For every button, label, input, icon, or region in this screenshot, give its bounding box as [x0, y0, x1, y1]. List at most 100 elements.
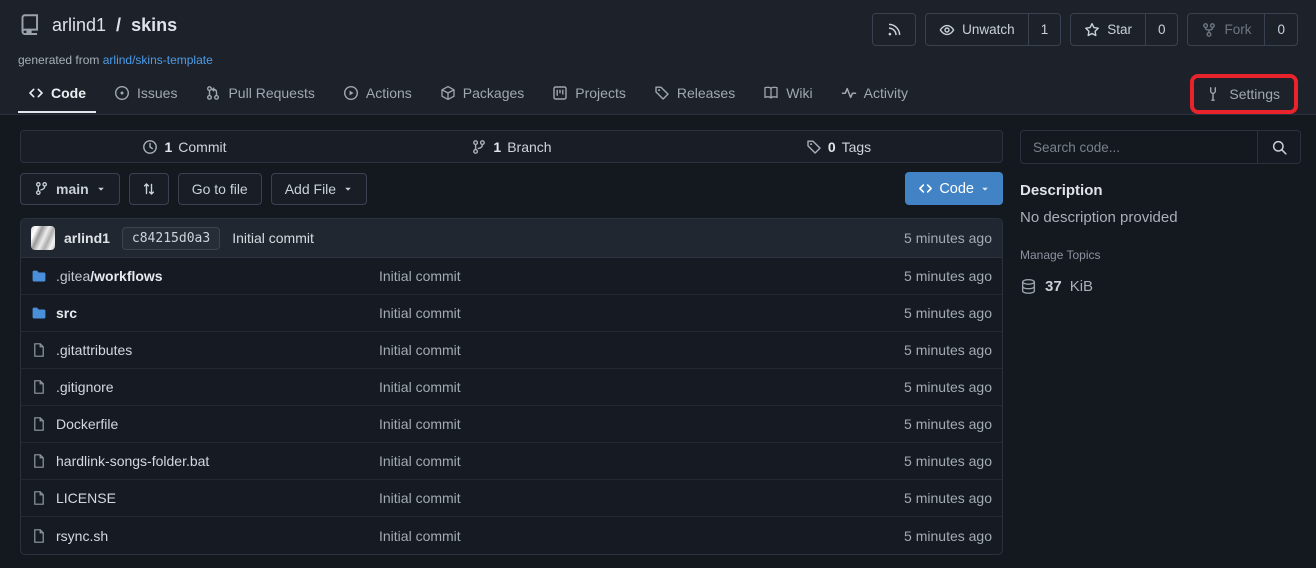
file-link[interactable]: hardlink-songs-folder.bat [31, 453, 379, 469]
tab-packages[interactable]: Packages [430, 75, 534, 113]
compare-button[interactable] [129, 173, 169, 205]
commits-link[interactable]: 1 Commit [21, 131, 348, 162]
star-icon [1084, 22, 1100, 38]
repo-icon [18, 13, 42, 37]
project-board-icon [552, 85, 568, 101]
row-time: 5 minutes ago [832, 379, 992, 395]
commits-count: 1 [164, 139, 172, 155]
history-icon [142, 139, 158, 155]
tab-issues[interactable]: Issues [104, 75, 187, 113]
row-commit-link[interactable]: Initial commit [379, 379, 832, 395]
tab-actions[interactable]: Actions [333, 75, 422, 113]
search-input[interactable] [1021, 131, 1257, 163]
row-time: 5 minutes ago [832, 453, 992, 469]
branches-count: 1 [493, 139, 501, 155]
branch-name: main [56, 181, 89, 197]
table-row: LICENSE Initial commit 5 minutes ago [21, 480, 1002, 517]
search-icon [1271, 139, 1288, 156]
file-name: hardlink-songs-folder.bat [56, 453, 209, 469]
caret-down-icon [980, 184, 990, 194]
code-download-button[interactable]: Code [905, 172, 1003, 205]
manage-topics-link[interactable]: Manage Topics [1020, 248, 1301, 262]
file-name: .gitignore [56, 379, 114, 395]
repo-owner-link[interactable]: arlind1 [52, 15, 106, 36]
star-button[interactable]: Star [1071, 14, 1145, 45]
latest-commit-row: arlind1 c84215d0a3 Initial commit 5 minu… [21, 219, 1002, 258]
folder-name: src [56, 305, 77, 321]
table-row: .gitea/workflows Initial commit 5 minute… [21, 258, 1002, 295]
folder-name: /workflows [90, 268, 162, 284]
tab-pull-requests[interactable]: Pull Requests [195, 75, 324, 113]
eye-icon [939, 22, 955, 38]
table-row: .gitignore Initial commit 5 minutes ago [21, 369, 1002, 406]
commit-sha-link[interactable]: c84215d0a3 [122, 227, 220, 250]
row-time: 5 minutes ago [832, 268, 992, 284]
avatar[interactable] [31, 226, 55, 250]
generated-from-prefix: generated from [18, 53, 99, 67]
branches-link[interactable]: 1 Branch [348, 131, 675, 162]
file-link[interactable]: rsync.sh [31, 528, 379, 544]
repo-sidebar: Description No description provided Mana… [1020, 130, 1301, 555]
fork-button-group: Fork 0 [1187, 13, 1298, 46]
watch-count[interactable]: 1 [1028, 14, 1061, 45]
rss-icon [886, 22, 902, 38]
repo-name-link[interactable]: skins [131, 15, 177, 36]
commit-message-link[interactable]: Initial commit [232, 230, 314, 246]
folder-link[interactable]: .gitea/workflows [31, 268, 379, 284]
tab-settings[interactable]: Settings [1190, 74, 1298, 114]
caret-down-icon [96, 184, 106, 194]
table-row: .gitattributes Initial commit 5 minutes … [21, 332, 1002, 369]
tab-activity[interactable]: Activity [831, 75, 918, 113]
code-icon [918, 181, 933, 196]
row-time: 5 minutes ago [832, 490, 992, 506]
template-repo-link[interactable]: arlind/skins-template [103, 53, 213, 67]
tab-issues-label: Issues [137, 85, 177, 101]
row-commit-link[interactable]: Initial commit [379, 453, 832, 469]
row-commit-link[interactable]: Initial commit [379, 305, 832, 321]
row-commit-link[interactable]: Initial commit [379, 490, 832, 506]
file-link[interactable]: .gitattributes [31, 342, 379, 358]
row-commit-link[interactable]: Initial commit [379, 528, 832, 544]
issue-icon [114, 85, 130, 101]
file-icon [31, 379, 47, 395]
file-link[interactable]: LICENSE [31, 490, 379, 506]
row-commit-link[interactable]: Initial commit [379, 268, 832, 284]
star-button-group: Star 0 [1070, 13, 1178, 46]
go-to-file-button[interactable]: Go to file [178, 173, 262, 205]
commits-label: Commit [178, 139, 226, 155]
table-row: hardlink-songs-folder.bat Initial commit… [21, 443, 1002, 480]
file-link[interactable]: .gitignore [31, 379, 379, 395]
branch-icon [34, 181, 49, 196]
tab-settings-label: Settings [1229, 86, 1280, 102]
repo-size-value: 37 [1045, 278, 1062, 295]
file-name: LICENSE [56, 490, 116, 506]
code-button-label: Code [939, 181, 974, 197]
play-circle-icon [343, 85, 359, 101]
tab-actions-label: Actions [366, 85, 412, 101]
folder-link[interactable]: src [31, 305, 379, 321]
tab-wiki-label: Wiki [786, 85, 812, 101]
tab-projects[interactable]: Projects [542, 75, 636, 113]
row-commit-link[interactable]: Initial commit [379, 342, 832, 358]
row-commit-link[interactable]: Initial commit [379, 416, 832, 432]
table-row: rsync.sh Initial commit 5 minutes ago [21, 517, 1002, 554]
repo-toolbar: main Go to file Add File [20, 172, 1003, 205]
tab-code[interactable]: Code [18, 75, 96, 113]
branch-selector[interactable]: main [20, 173, 120, 205]
description-empty-text: No description provided [1020, 209, 1301, 226]
tab-releases[interactable]: Releases [644, 75, 745, 113]
rss-button[interactable] [872, 13, 916, 46]
file-link[interactable]: Dockerfile [31, 416, 379, 432]
fork-button[interactable]: Fork [1188, 14, 1264, 45]
fork-label: Fork [1224, 22, 1251, 37]
commit-author-link[interactable]: arlind1 [64, 230, 110, 246]
star-count[interactable]: 0 [1145, 14, 1178, 45]
add-file-button[interactable]: Add File [271, 173, 367, 205]
repo-title: arlind1 / skins [18, 13, 177, 37]
tab-releases-label: Releases [677, 85, 735, 101]
unwatch-button[interactable]: Unwatch [926, 14, 1028, 45]
tags-link[interactable]: 0 Tags [675, 131, 1002, 162]
tab-wiki[interactable]: Wiki [753, 75, 822, 113]
search-button[interactable] [1257, 131, 1300, 163]
fork-count[interactable]: 0 [1264, 14, 1297, 45]
